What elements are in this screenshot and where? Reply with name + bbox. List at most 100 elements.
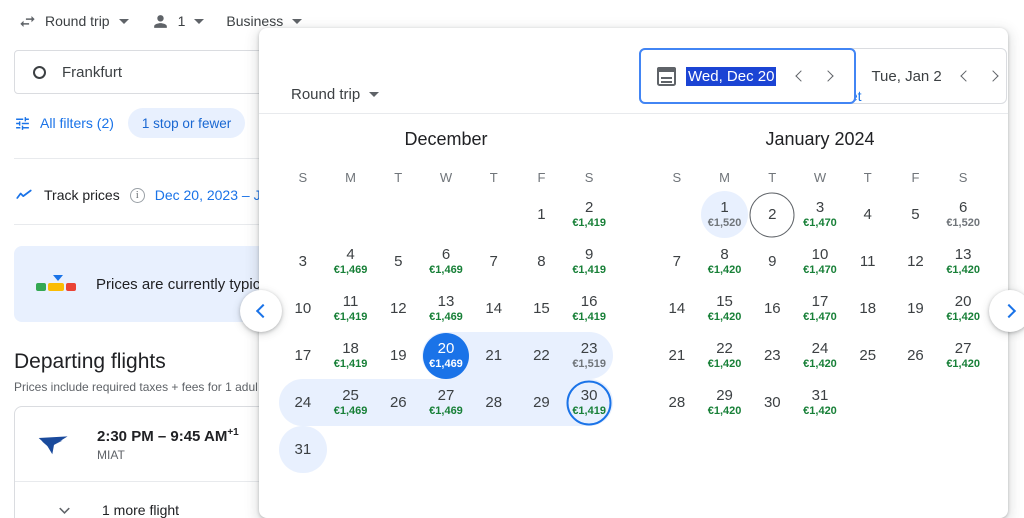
calendar-day-cell[interactable]: 11 xyxy=(844,238,892,285)
previous-month-button[interactable] xyxy=(240,290,282,332)
calendar-day-cell[interactable]: 10 €1,470 xyxy=(796,238,844,285)
calendar-day-cell[interactable]: 1 xyxy=(518,191,566,238)
flight-times-value: 2:30 PM – 9:45 AM xyxy=(97,427,228,445)
calendar-day-cell[interactable]: 9 xyxy=(748,238,796,285)
calendar-day-cell[interactable]: 28 xyxy=(653,379,701,426)
day-cell-content: 2 €1,419 xyxy=(565,191,613,238)
calendar-day-cell[interactable]: 3 €1,470 xyxy=(796,191,844,238)
calendar-day-cell[interactable]: 1 €1,520 xyxy=(700,191,749,238)
calendar-day-cell[interactable]: 24 €1,420 xyxy=(796,332,844,379)
day-number: 5 xyxy=(911,206,920,223)
calendar-day-cell[interactable]: 2 xyxy=(748,191,796,238)
calendar-day-cell[interactable]: 19 xyxy=(892,285,940,332)
months-container: December S M T W T F S 1 2 €1,419 3 4 €1,469 5 6 €1,469 7… xyxy=(259,113,1008,473)
day-cell-content: 30 xyxy=(748,379,796,426)
calendar-day-cell[interactable]: 16 xyxy=(748,285,796,332)
calendar-day-cell[interactable]: 23 xyxy=(748,332,796,379)
departure-next-day-button[interactable] xyxy=(816,63,842,89)
calendar-day-cell[interactable]: 26 xyxy=(374,379,423,426)
return-next-day-button[interactable] xyxy=(982,63,1008,89)
calendar-day-cell[interactable]: 20 €1,469 xyxy=(422,332,470,379)
calendar-day-cell[interactable]: 26 xyxy=(892,332,940,379)
calendar-day-cell[interactable]: 7 xyxy=(470,238,518,285)
calendar-day-cell[interactable]: 23 €1,519 xyxy=(565,332,613,379)
calendar-day-cell[interactable]: 10 xyxy=(279,285,327,332)
trip-type-selector[interactable]: Round trip xyxy=(18,6,129,36)
calendar-day-cell[interactable]: 6 €1,469 xyxy=(422,238,470,285)
trend-line-icon xyxy=(14,186,34,204)
calendar-day-cell[interactable]: 14 xyxy=(653,285,701,332)
calendar-day-cell[interactable]: 6 €1,520 xyxy=(939,191,987,238)
calendar-day-cell[interactable]: 12 xyxy=(892,238,940,285)
calendar-day-cell[interactable]: 28 xyxy=(469,379,518,426)
calendar-day-cell[interactable]: 30 €1,419 xyxy=(565,379,613,426)
calendar-day-cell[interactable]: 17 €1,470 xyxy=(796,285,844,332)
calendar-day-cell[interactable]: 4 xyxy=(844,191,892,238)
track-prices-dates[interactable]: Dec 20, 2023 – J xyxy=(155,187,261,203)
week-row: 7 8 €1,420 9 10 €1,470 11 12 13 €1,420 xyxy=(653,238,987,285)
day-cell-content: 23 xyxy=(748,332,796,379)
day-cell-content: 29 xyxy=(518,379,566,426)
calendar-day-cell[interactable]: 13 €1,420 xyxy=(939,238,987,285)
calendar-day-cell[interactable]: 24 xyxy=(279,379,327,426)
divider-top xyxy=(14,158,260,159)
calendar-day-cell[interactable]: 27 €1,469 xyxy=(422,379,470,426)
calendar-day-cell[interactable]: 25 €1,469 xyxy=(326,379,375,426)
calendar-day-cell[interactable]: 27 €1,420 xyxy=(939,332,987,379)
next-month-button[interactable] xyxy=(989,290,1024,332)
calendar-day-cell[interactable]: 22 €1,420 xyxy=(701,332,749,379)
day-cell-content: 8 €1,420 xyxy=(701,238,749,285)
departure-date-value: Wed, Dec 20 xyxy=(686,66,777,86)
calendar-day-cell[interactable]: 17 xyxy=(279,332,327,379)
day-cell-content: 16 xyxy=(748,285,796,332)
trip-type-label: Round trip xyxy=(45,13,110,29)
day-price: €1,469 xyxy=(333,264,368,276)
calendar-day-cell[interactable]: 5 xyxy=(892,191,940,238)
calendar-day-cell[interactable]: 13 €1,469 xyxy=(422,285,470,332)
day-cell-content: 20 €1,469 xyxy=(422,332,470,379)
calendar-day-cell[interactable]: 20 €1,420 xyxy=(939,285,987,332)
calendar-day-cell[interactable]: 8 €1,420 xyxy=(701,238,749,285)
calendar-day-cell[interactable]: 31 €1,420 xyxy=(796,379,844,426)
calendar-day-cell[interactable]: 9 €1,419 xyxy=(565,238,613,285)
calendar-day-cell[interactable]: 2 €1,419 xyxy=(565,191,613,238)
flight-result-card[interactable]: 2:30 PM – 9:45 AM+1 MIAT 1 more flight xyxy=(14,406,276,518)
departure-prev-day-button[interactable] xyxy=(786,63,812,89)
return-date-field[interactable]: Tue, Jan 2 xyxy=(855,49,1008,103)
calendar-day-cell[interactable]: 18 xyxy=(844,285,892,332)
calendar-day-cell[interactable]: 7 xyxy=(653,238,701,285)
calendar-day-cell[interactable]: 5 xyxy=(374,238,422,285)
passengers-selector[interactable]: 1 xyxy=(151,6,205,36)
flight-row[interactable]: 2:30 PM – 9:45 AM+1 MIAT xyxy=(15,407,275,481)
departure-date-field[interactable]: Wed, Dec 20 xyxy=(639,48,857,104)
filter-chip-stops[interactable]: 1 stop or fewer xyxy=(127,108,246,138)
calendar-day-cell[interactable]: 14 xyxy=(470,285,518,332)
all-filters-button[interactable]: All filters (2) xyxy=(14,115,114,132)
calendar-day-cell[interactable]: 11 €1,419 xyxy=(327,285,375,332)
day-number: 25 xyxy=(342,387,359,404)
calendar-day-cell[interactable]: 22 xyxy=(517,332,566,379)
info-icon[interactable]: i xyxy=(129,187,145,203)
calendar-day-cell[interactable]: 29 xyxy=(517,379,566,426)
calendar-day-cell[interactable]: 21 xyxy=(653,332,701,379)
calendar-day-cell[interactable]: 15 xyxy=(518,285,566,332)
more-flights-toggle[interactable]: 1 more flight xyxy=(15,482,275,518)
calendar-day-cell[interactable]: 4 €1,469 xyxy=(327,238,375,285)
calendar-day-cell[interactable]: 25 xyxy=(844,332,892,379)
calendar-day-cell[interactable]: 21 xyxy=(469,332,518,379)
return-prev-day-button[interactable] xyxy=(952,63,978,89)
calendar-day-cell[interactable]: 8 xyxy=(518,238,566,285)
calendar-empty-cell xyxy=(374,426,422,473)
calendar-day-cell[interactable]: 19 xyxy=(374,332,422,379)
calendar-day-cell[interactable]: 3 xyxy=(279,238,327,285)
day-number: 6 xyxy=(958,199,968,216)
calendar-day-cell[interactable]: 31 xyxy=(279,426,327,473)
calendar-day-cell[interactable]: 15 €1,420 xyxy=(701,285,749,332)
calendar-day-cell[interactable]: 18 €1,419 xyxy=(327,332,375,379)
calendar-day-cell[interactable]: 30 xyxy=(748,379,796,426)
calendar-day-cell[interactable]: 29 €1,420 xyxy=(701,379,749,426)
day-cell-content: 21 xyxy=(470,332,518,379)
calendar-day-cell[interactable]: 16 €1,419 xyxy=(565,285,613,332)
calendar-day-cell[interactable]: 12 xyxy=(374,285,422,332)
calendar-trip-type-selector[interactable]: Round trip xyxy=(291,86,380,103)
